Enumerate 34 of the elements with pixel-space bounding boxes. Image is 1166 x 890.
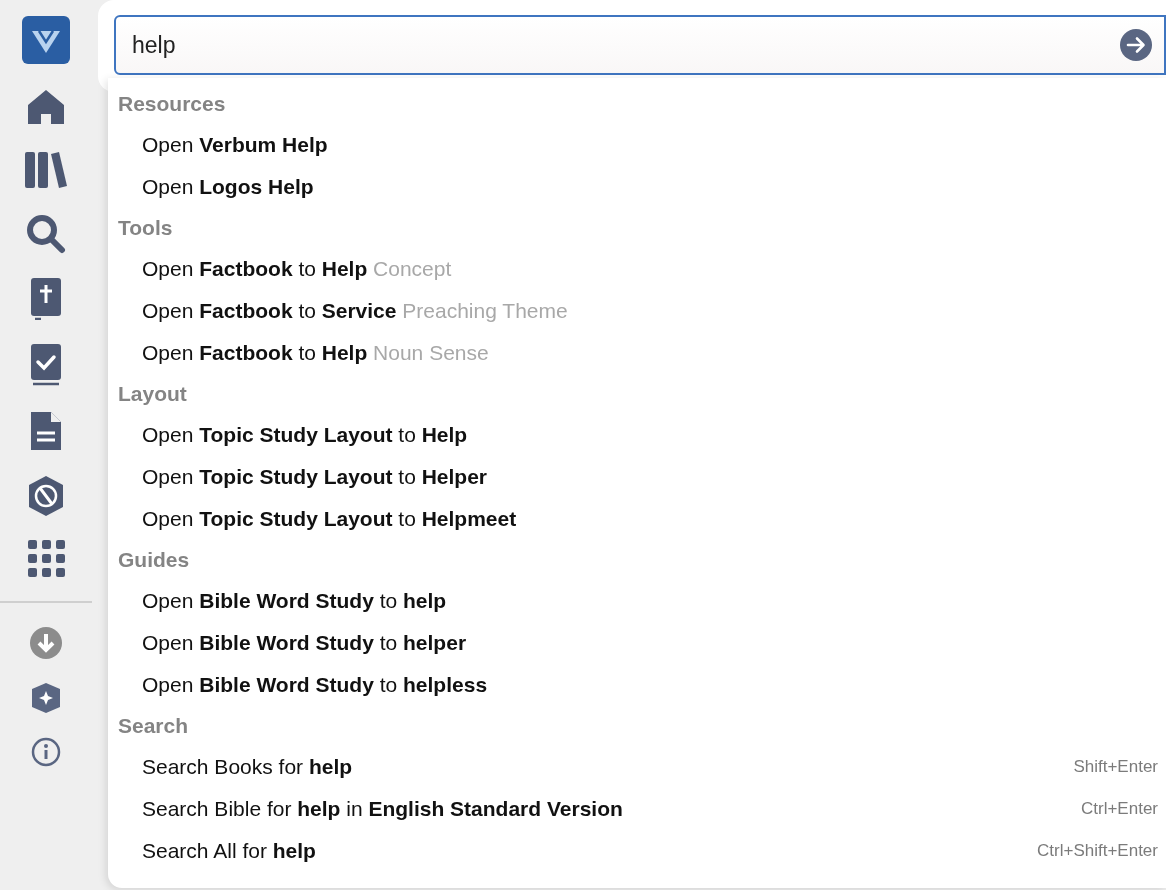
suggestion-item[interactable]: Open Topic Study Layout to Helper (142, 461, 488, 493)
group-heading: Guides (118, 547, 190, 573)
suggestion-item[interactable]: Open Factbook to Help Concept (142, 253, 452, 285)
keyboard-shortcut: Ctrl+Enter (1081, 798, 1158, 821)
search-field[interactable]: help (114, 15, 1166, 75)
bible-icon[interactable] (29, 278, 63, 320)
star-badge-icon[interactable] (32, 683, 60, 713)
group-heading: Resources (118, 91, 226, 117)
suggestion-item[interactable]: Open Verbum Help (142, 129, 328, 161)
keyboard-shortcut: Shift+Enter (1073, 756, 1158, 779)
library-icon[interactable] (24, 150, 68, 190)
suggestion-item[interactable]: Search All for help (142, 835, 316, 867)
search-icon[interactable] (26, 214, 66, 254)
download-icon[interactable] (30, 627, 62, 659)
document-icon[interactable] (29, 410, 63, 452)
app-grid-icon[interactable] (27, 540, 65, 577)
app-logo-icon[interactable] (22, 16, 70, 64)
suggestion-item[interactable]: Open Logos Help (142, 171, 314, 203)
suggestion-item[interactable]: Open Topic Study Layout to Help (142, 419, 468, 451)
home-icon[interactable] (26, 88, 66, 126)
keyboard-shortcut: Ctrl+Shift+Enter (1037, 840, 1158, 863)
suggestion-item[interactable]: Open Factbook to Help Noun Sense (142, 337, 489, 369)
group-heading: Tools (118, 215, 173, 241)
suggestion-item[interactable]: Open Bible Word Study to helper (142, 627, 467, 659)
suggestion-item[interactable]: Open Bible Word Study to help (142, 585, 447, 617)
group-heading: Layout (118, 381, 187, 407)
suggestion-item[interactable]: Search Bible for help in English Standard Version (142, 793, 623, 825)
group-heading: Search (118, 713, 189, 739)
suggestion-item[interactable]: Open Bible Word Study to helpless (142, 669, 488, 701)
suggestion-item[interactable]: Search Books for help (142, 751, 353, 783)
checklist-icon[interactable] (29, 344, 63, 386)
info-icon[interactable] (31, 737, 61, 767)
suggestion-item[interactable]: Open Factbook to Service Preaching Theme (142, 295, 568, 327)
suggestion-item[interactable]: Open Topic Study Layout to Helpmeet (142, 503, 517, 535)
